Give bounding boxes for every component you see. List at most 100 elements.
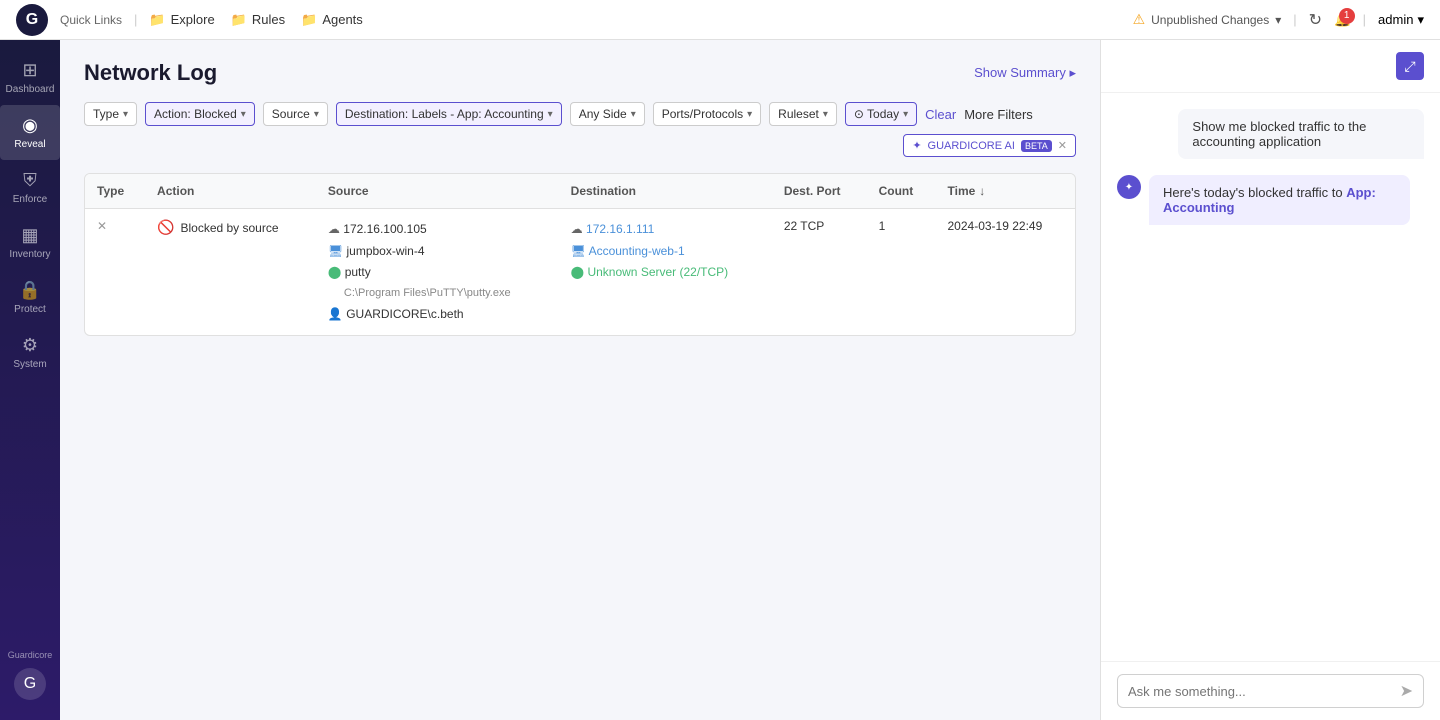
- nav-rules[interactable]: 📁 Rules: [231, 12, 285, 28]
- sidebar-item-dashboard[interactable]: ⊞ Dashboard: [0, 50, 60, 105]
- destination-chevron-icon: ▾: [548, 109, 553, 120]
- row-close-icon[interactable]: ✕: [97, 219, 107, 233]
- network-log-table: Type Action Source Destination Dest. Por…: [84, 173, 1076, 336]
- today-chevron-icon: ▾: [903, 109, 908, 120]
- ai-input-row: ➤: [1117, 674, 1424, 708]
- send-icon: ➤: [1400, 683, 1413, 700]
- filter-today[interactable]: ⊙ Today ▾: [845, 102, 917, 126]
- table-header: Type Action Source Destination Dest. Por…: [85, 174, 1075, 209]
- anyside-chevron-icon: ▾: [631, 109, 636, 120]
- agents-icon: 📁: [301, 12, 317, 28]
- nav-agents[interactable]: 📁 Agents: [301, 12, 363, 28]
- col-action: Action: [145, 174, 316, 209]
- clear-filters-button[interactable]: Clear: [925, 107, 956, 122]
- filter-source[interactable]: Source ▾: [263, 102, 328, 126]
- col-type: Type: [85, 174, 145, 209]
- enforce-icon: ⛨: [23, 170, 37, 191]
- nav-explore[interactable]: 📁 Explore: [149, 12, 214, 28]
- quick-links-label: Quick Links: [60, 13, 122, 27]
- dest-cloud-icon: ☁: [571, 222, 583, 236]
- topnav-links: 📁 Explore 📁 Rules 📁 Agents: [149, 12, 1120, 28]
- sidebar-item-reveal[interactable]: ◉ Reveal: [0, 105, 60, 160]
- chevron-down-icon: ▾: [1275, 13, 1281, 27]
- ai-chip[interactable]: ✦ GUARDICORE AI BETA ✕: [903, 134, 1076, 157]
- notification-badge: 1: [1339, 8, 1355, 24]
- filters-bar: Type ▾ Action: Blocked ▾ Source ▾ Destin…: [84, 102, 1076, 157]
- filter-action[interactable]: Action: Blocked ▾: [145, 102, 255, 126]
- table-row: ✕ 🚫 Blocked by source ☁: [85, 209, 1075, 336]
- filter-any-side[interactable]: Any Side ▾: [570, 102, 645, 126]
- ruleset-chevron-icon: ▾: [823, 109, 828, 120]
- ai-panel-header: ⤢: [1101, 40, 1440, 93]
- unknown-server-icon: ⬤: [571, 265, 584, 279]
- vm-icon: 🖥: [328, 244, 343, 258]
- notifications-button[interactable]: 🔔 1: [1334, 12, 1351, 28]
- topnav-right: ⚠ Unpublished Changes ▾ | ↻ 🔔 1 | admin …: [1133, 10, 1424, 30]
- sidebar-item-protect[interactable]: 🔒 Protect: [0, 270, 60, 325]
- sidebar-bottom: Guardicore G: [4, 640, 57, 710]
- type-chevron-icon: ▾: [123, 109, 128, 120]
- user-icon: 👤: [328, 307, 343, 321]
- process-icon: ⬤: [328, 265, 341, 279]
- sidebar-brand-label: Guardicore: [4, 650, 57, 660]
- inventory-icon: ▦: [21, 225, 38, 246]
- ai-chip-close-icon: ✕: [1058, 139, 1067, 152]
- cell-dest-port: 22 TCP: [772, 209, 867, 336]
- cell-action: 🚫 Blocked by source: [145, 209, 316, 336]
- ai-user-message: Show me blocked traffic to the accountin…: [1117, 109, 1424, 159]
- admin-chevron-icon: ▾: [1417, 12, 1424, 28]
- ai-avatar: ✦: [1117, 175, 1141, 199]
- sidebar-item-inventory[interactable]: ▦ Inventory: [0, 215, 60, 270]
- ai-input[interactable]: [1128, 684, 1392, 699]
- col-destination: Destination: [559, 174, 772, 209]
- ai-send-button[interactable]: ➤: [1400, 681, 1413, 701]
- col-dest-port: Dest. Port: [772, 174, 867, 209]
- sidebar-item-system[interactable]: ⚙ System: [0, 325, 60, 380]
- cell-count: 1: [867, 209, 936, 336]
- unpublished-changes-button[interactable]: ⚠ Unpublished Changes ▾: [1133, 11, 1282, 28]
- refresh-button[interactable]: ↻: [1309, 10, 1322, 30]
- filter-ruleset[interactable]: Ruleset ▾: [769, 102, 837, 126]
- cell-time: 2024-03-19 22:49: [936, 209, 1076, 336]
- filter-type[interactable]: Type ▾: [84, 102, 137, 126]
- ai-panel: ⤢ Show me blocked traffic to the account…: [1100, 40, 1440, 720]
- topnav-vertical-divider: |: [1293, 12, 1296, 27]
- ai-expand-button[interactable]: ⤢: [1396, 52, 1424, 80]
- sort-icon: ↓: [979, 184, 985, 198]
- topnav: G Quick Links | 📁 Explore 📁 Rules 📁 Agen…: [0, 0, 1440, 40]
- main-content: Network Log Show Summary ▸ Type ▾ Action…: [60, 40, 1100, 720]
- page-header: Network Log Show Summary ▸: [84, 60, 1076, 86]
- page-title: Network Log: [84, 60, 217, 86]
- blocked-icon: 🚫: [157, 219, 174, 236]
- ai-panel-footer: ➤: [1101, 661, 1440, 720]
- ai-panel-body: Show me blocked traffic to the accountin…: [1101, 93, 1440, 661]
- table: Type Action Source Destination Dest. Por…: [85, 174, 1075, 335]
- more-filters-button[interactable]: More Filters: [964, 107, 1033, 122]
- sidebar-brand-icon[interactable]: G: [14, 668, 46, 700]
- dest-vm-icon: 🖥: [571, 244, 586, 258]
- col-source: Source: [316, 174, 559, 209]
- table-body: ✕ 🚫 Blocked by source ☁: [85, 209, 1075, 336]
- filter-destination[interactable]: Destination: Labels - App: Accounting ▾: [336, 102, 562, 126]
- show-summary-button[interactable]: Show Summary ▸: [974, 65, 1076, 81]
- admin-menu-button[interactable]: admin ▾: [1378, 12, 1424, 28]
- main-layout: ⊞ Dashboard ◉ Reveal ⛨ Enforce ▦ Invento…: [0, 40, 1440, 720]
- source-chevron-icon: ▾: [314, 109, 319, 120]
- col-time[interactable]: Time ↓: [936, 174, 1076, 209]
- warning-icon: ⚠: [1133, 11, 1146, 28]
- ai-bot-bubble: Here's today's blocked traffic to App: A…: [1149, 175, 1410, 225]
- beta-badge: BETA: [1021, 140, 1052, 152]
- explore-icon: 📁: [149, 12, 165, 28]
- ai-user-bubble: Show me blocked traffic to the accountin…: [1178, 109, 1424, 159]
- system-icon: ⚙: [22, 335, 38, 356]
- cell-type: ✕: [85, 209, 145, 336]
- col-count: Count: [867, 174, 936, 209]
- rules-icon: 📁: [231, 12, 247, 28]
- ai-bot-message: ✦ Here's today's blocked traffic to App:…: [1117, 175, 1424, 225]
- filter-ports-protocols[interactable]: Ports/Protocols ▾: [653, 102, 761, 126]
- cell-destination: ☁ 172.16.1.111 🖥 Accounting-web-1 ⬤ Unkn…: [559, 209, 772, 336]
- nav-divider: |: [134, 12, 137, 27]
- sidebar-item-enforce[interactable]: ⛨ Enforce: [0, 160, 60, 215]
- action-chevron-icon: ▾: [241, 109, 246, 120]
- cell-source: ☁ 172.16.100.105 🖥 jumpbox-win-4 ⬤ putty: [316, 209, 559, 336]
